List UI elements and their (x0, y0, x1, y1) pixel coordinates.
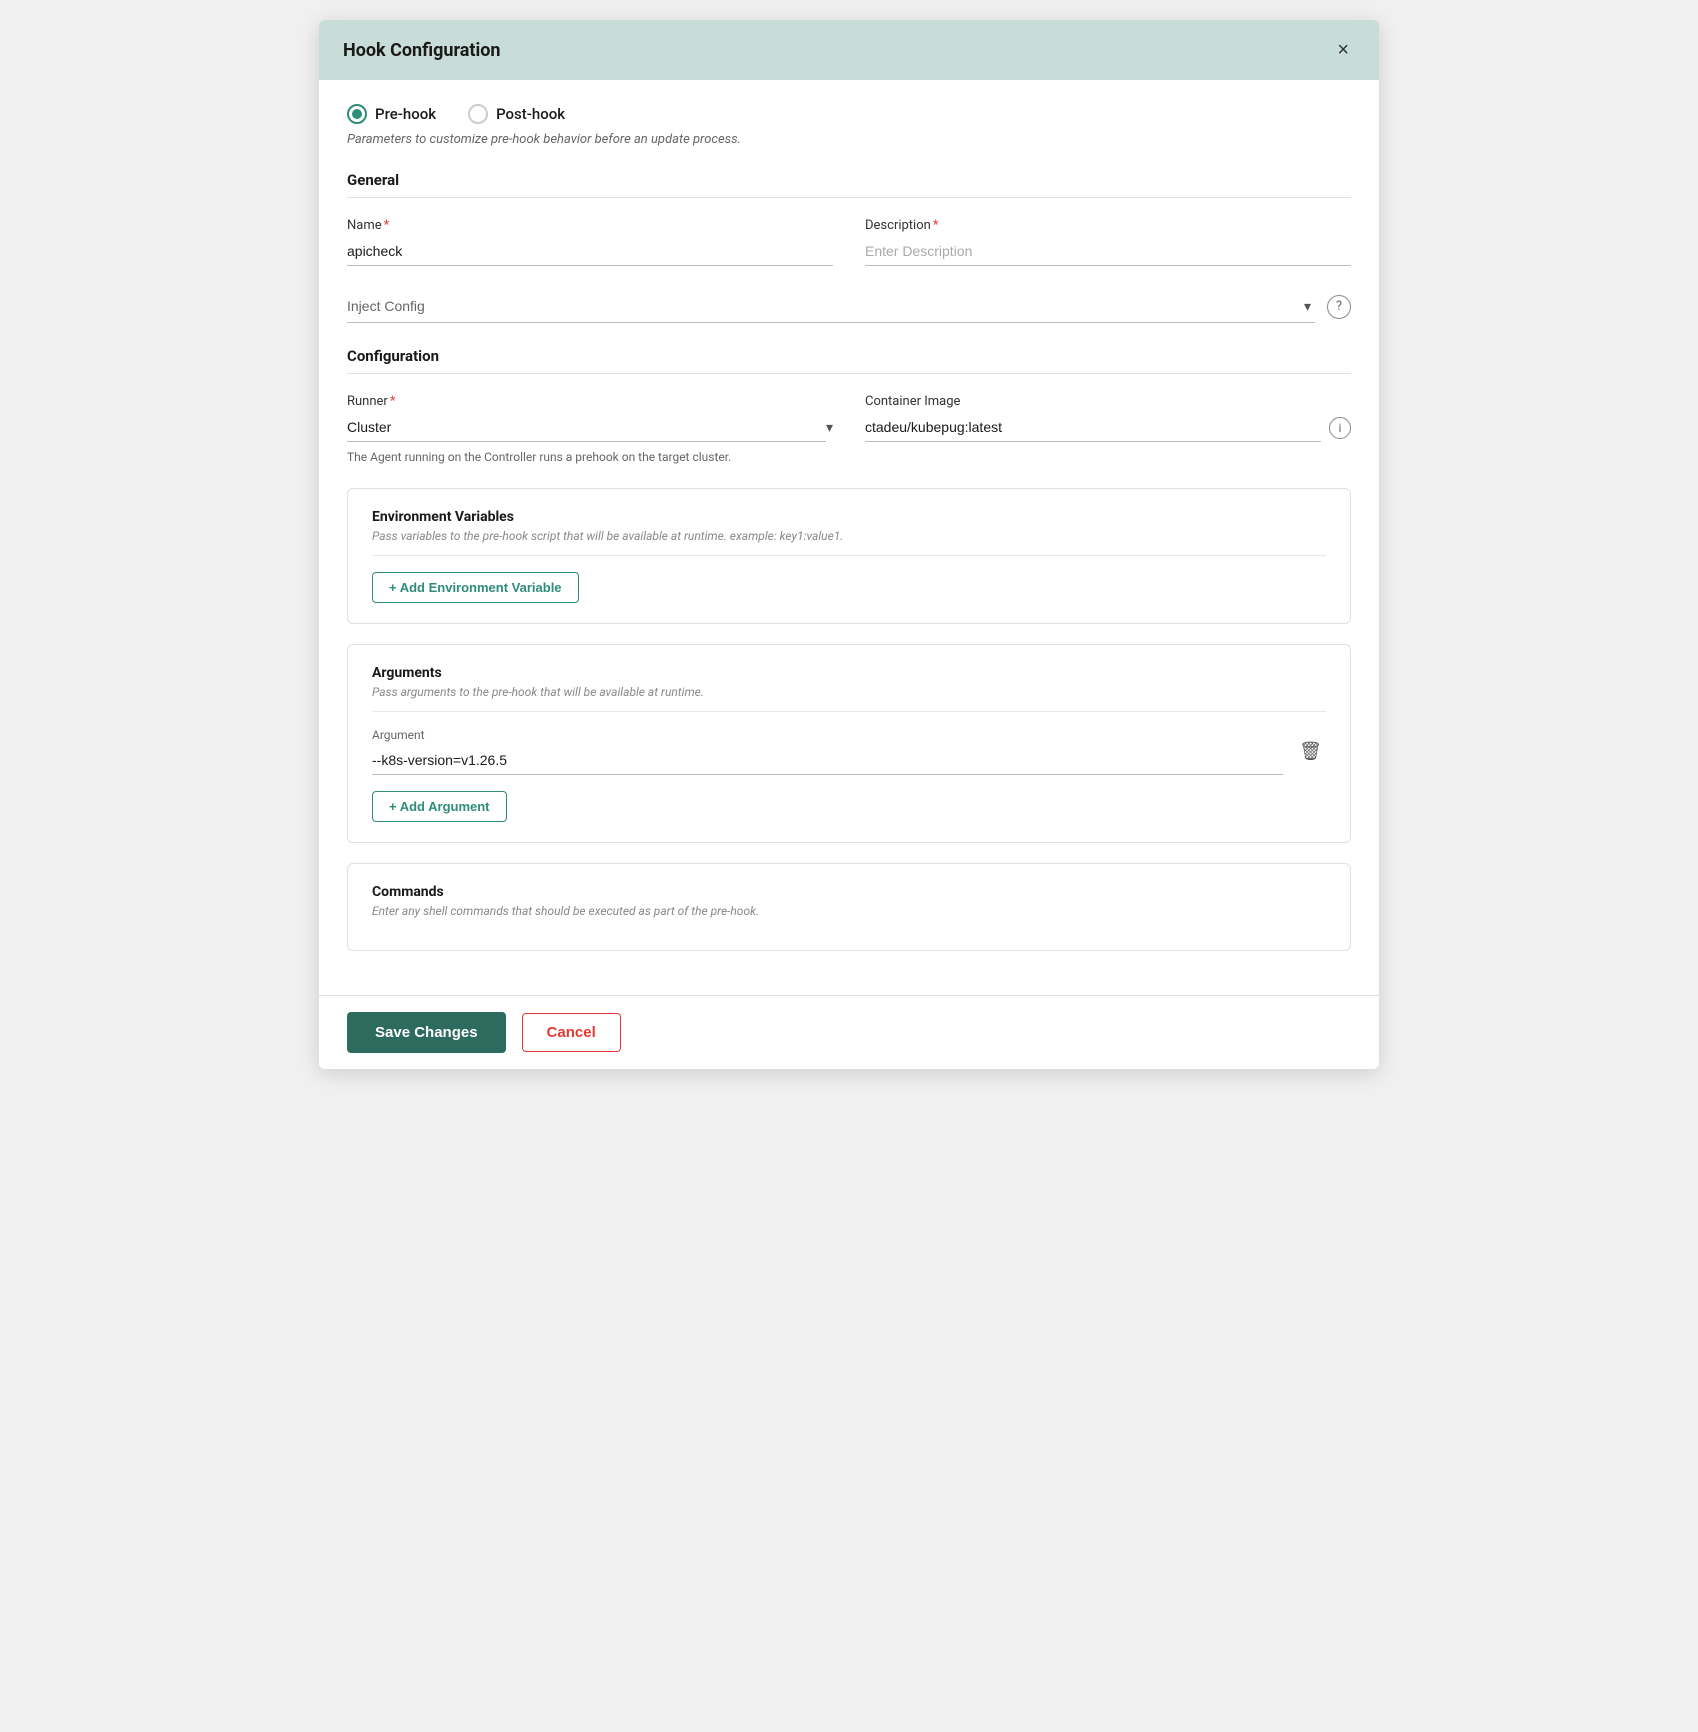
container-image-input[interactable] (865, 413, 1321, 442)
hook-configuration-modal: Hook Configuration × Pre-hook Post-hook … (319, 20, 1379, 1069)
general-section-title: General (347, 171, 1351, 198)
runner-required: * (390, 394, 396, 409)
hook-type-row: Pre-hook Post-hook (347, 104, 1351, 124)
description-label: Description* (865, 218, 1351, 233)
container-image-group: Container Image i (865, 394, 1351, 442)
argument-row: Argument 🗑 (372, 728, 1326, 775)
description-required: * (933, 218, 939, 233)
configuration-section-title: Configuration (347, 347, 1351, 374)
container-image-info-icon[interactable]: i (1329, 417, 1351, 439)
inject-config-row: Inject Config ▾ ? (347, 290, 1351, 323)
inject-config-help-icon[interactable]: ? (1327, 295, 1351, 319)
name-label: Name* (347, 218, 833, 233)
add-env-var-button[interactable]: + Add Environment Variable (372, 572, 579, 603)
commands-box: Commands Enter any shell commands that s… (347, 863, 1351, 951)
modal-body: Pre-hook Post-hook Parameters to customi… (319, 80, 1379, 995)
hook-description: Parameters to customize pre-hook behavio… (347, 132, 1351, 147)
env-vars-description: Pass variables to the pre-hook script th… (372, 529, 1326, 556)
runner-label: Runner* (347, 394, 833, 409)
posthook-option[interactable]: Post-hook (468, 104, 565, 124)
prehook-radio[interactable] (347, 104, 367, 124)
configuration-section: Configuration Runner* Cluster ▾ Containe… (347, 347, 1351, 464)
cancel-button[interactable]: Cancel (522, 1013, 621, 1052)
runner-hint: The Agent running on the Controller runs… (347, 450, 1351, 464)
description-input[interactable] (865, 237, 1351, 266)
argument-input[interactable] (372, 746, 1283, 775)
arguments-description: Pass arguments to the pre-hook that will… (372, 685, 1326, 712)
posthook-radio[interactable] (468, 104, 488, 124)
name-required: * (384, 218, 390, 233)
argument-label: Argument (372, 728, 1283, 742)
add-argument-button[interactable]: + Add Argument (372, 791, 507, 822)
inject-config-select[interactable]: Inject Config (347, 290, 1315, 323)
runner-group: Runner* Cluster ▾ (347, 394, 833, 442)
save-changes-button[interactable]: Save Changes (347, 1012, 506, 1053)
modal-header: Hook Configuration × (319, 20, 1379, 80)
runner-arrow-icon: ▾ (826, 420, 833, 436)
posthook-label: Post-hook (496, 105, 565, 123)
commands-title: Commands (372, 884, 1326, 900)
arguments-title: Arguments (372, 665, 1326, 681)
general-section: General Name* Description* (347, 171, 1351, 323)
description-group: Description* (865, 218, 1351, 266)
commands-description: Enter any shell commands that should be … (372, 904, 1326, 930)
runner-select[interactable]: Cluster (347, 413, 826, 442)
close-button[interactable]: × (1331, 38, 1355, 62)
delete-argument-icon[interactable]: 🗑 (1295, 737, 1326, 766)
container-image-label: Container Image (865, 394, 1351, 409)
modal-title: Hook Configuration (343, 40, 501, 61)
name-input[interactable] (347, 237, 833, 266)
arguments-box: Arguments Pass arguments to the pre-hook… (347, 644, 1351, 843)
modal-footer: Save Changes Cancel (319, 995, 1379, 1069)
argument-group: Argument (372, 728, 1283, 775)
inject-config-wrapper: Inject Config ▾ (347, 290, 1315, 323)
runner-input-row: Cluster ▾ (347, 413, 833, 442)
prehook-option[interactable]: Pre-hook (347, 104, 436, 124)
env-vars-title: Environment Variables (372, 509, 1326, 525)
env-vars-box: Environment Variables Pass variables to … (347, 488, 1351, 624)
container-image-row: i (865, 413, 1351, 442)
runner-row: Runner* Cluster ▾ Container Image i (347, 394, 1351, 442)
name-description-row: Name* Description* (347, 218, 1351, 266)
prehook-label: Pre-hook (375, 105, 436, 123)
name-group: Name* (347, 218, 833, 266)
